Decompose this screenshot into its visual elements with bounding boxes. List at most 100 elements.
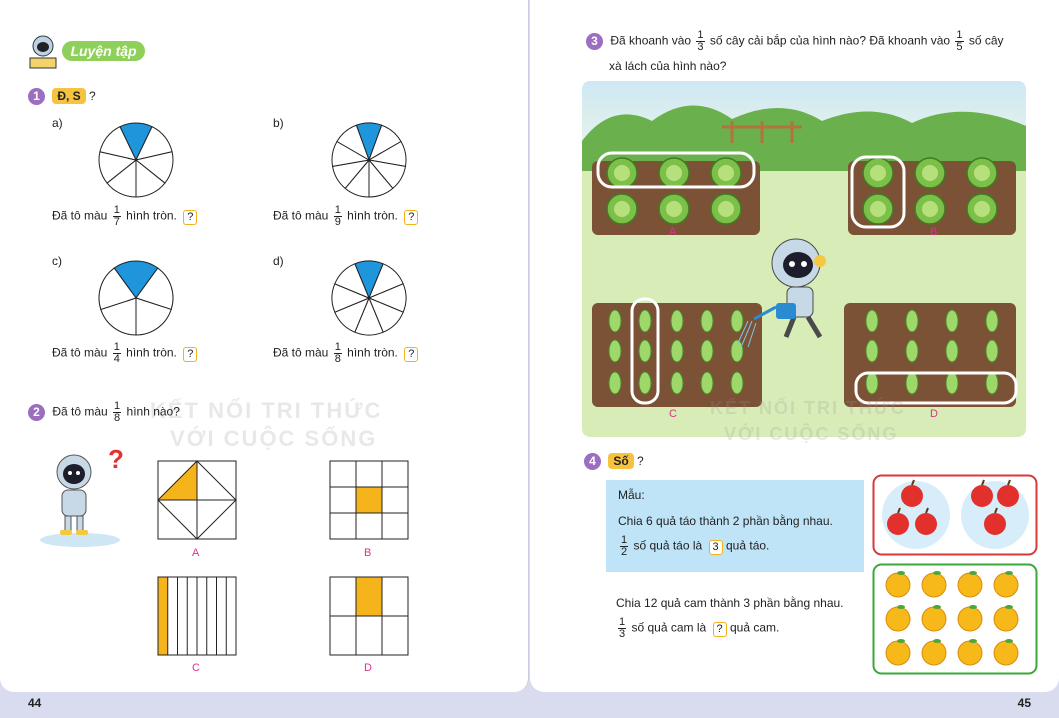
q1d-caption: Đã tô màu 18 hình tròn. ?	[273, 342, 419, 365]
q3-den1: 3	[697, 41, 704, 53]
robot-thinking-illustration: ?	[40, 444, 124, 547]
q1-badge: Đ, S	[52, 88, 86, 104]
garden-label-d: D	[930, 408, 938, 420]
q1d-text-after: hình tròn.	[347, 345, 398, 360]
q4-badge: Số	[608, 453, 634, 469]
q3-question: 3 Đã khoanh vào 13 số cây cải bắp của hì…	[586, 30, 1004, 53]
q4-header: 4 Số ?	[584, 453, 644, 470]
q1a-answer-box[interactable]: ?	[183, 209, 198, 225]
cabbage-icon	[862, 193, 894, 225]
lettuce-icon	[638, 309, 652, 333]
lettuce-icon	[608, 339, 622, 363]
q3-text-a: Đã khoanh vào	[610, 33, 692, 48]
q2-text-after: hình nào?	[126, 404, 180, 419]
q3-den2: 5	[956, 41, 963, 53]
q2-header: 2 Đã tô màu 18 hình nào?	[28, 401, 180, 424]
lettuce-icon	[865, 371, 879, 395]
q1a-fraction: 17	[112, 205, 121, 228]
figure-b-grid	[329, 460, 409, 540]
cabbage-icon	[966, 157, 998, 189]
q1c-text-after: hình tròn.	[126, 345, 177, 360]
lettuce-icon	[700, 339, 714, 363]
q1a-text-after: hình tròn.	[126, 208, 177, 223]
watermark-line1: KẾT NỐI TRI THỨC	[150, 398, 383, 423]
q1c-letter: c)	[52, 254, 62, 268]
lettuce-icon	[945, 339, 959, 363]
q1c-den: 4	[113, 353, 120, 365]
lettuce-icon	[608, 371, 622, 395]
q3-question-line2: xà lách của hình nào?	[609, 59, 727, 73]
svg-text:?: ?	[108, 444, 124, 474]
cabbage-icon	[658, 193, 690, 225]
lettuce-icon	[730, 309, 744, 333]
q3-fraction-1: 13	[696, 30, 705, 53]
q1d-answer-box[interactable]: ?	[404, 346, 419, 362]
example-den: 2	[621, 546, 628, 558]
watermark-right-line1: KẾT NỐI TRI THỨC	[710, 398, 906, 418]
figure-b-label: B	[364, 547, 372, 559]
apples-box	[872, 474, 1038, 556]
garden-label-c: C	[669, 408, 677, 420]
lettuce-icon	[700, 309, 714, 333]
task-fraction: 13	[618, 617, 627, 640]
example-fraction: 12	[620, 535, 629, 558]
q2-number: 2	[28, 403, 45, 421]
task-text-b: quả cam.	[730, 620, 780, 635]
example-line2: 12 số quả táo là 3 quả táo.	[618, 535, 769, 558]
lettuce-icon	[945, 309, 959, 333]
q1-suffix: ?	[89, 89, 96, 103]
circle-a	[98, 122, 174, 198]
q1b-text: Đã tô màu	[273, 208, 329, 223]
lettuce-icon	[638, 371, 652, 395]
right-page: 3 Đã khoanh vào 13 số cây cải bắp của hì…	[530, 0, 1059, 692]
lettuce-icon	[670, 339, 684, 363]
section-title: Luyện tập	[62, 41, 145, 62]
q1-number: 1	[28, 88, 45, 105]
lettuce-icon	[905, 371, 919, 395]
lettuce-icon	[670, 309, 684, 333]
q1b-answer-box[interactable]: ?	[404, 209, 419, 225]
example-line1: Chia 6 quả táo thành 2 phần bằng nhau.	[618, 514, 833, 528]
cabbage-icon	[914, 157, 946, 189]
lettuce-icon	[865, 309, 879, 333]
q2-den: 8	[114, 412, 121, 424]
q1d-fraction: 18	[333, 342, 342, 365]
circle-b	[331, 122, 407, 198]
q1b-text-after: hình tròn.	[347, 208, 398, 223]
cabbage-icon	[862, 157, 894, 189]
q1d-letter: d)	[273, 254, 284, 268]
cabbage-icon	[914, 193, 946, 225]
task-answer-box[interactable]: ?	[712, 621, 727, 637]
page-number-left: 44	[28, 696, 42, 710]
lettuce-icon	[945, 371, 959, 395]
page-number-right: 45	[1017, 696, 1031, 710]
circle-c	[98, 260, 174, 336]
lettuce-icon	[700, 371, 714, 395]
oranges-box	[872, 563, 1038, 675]
q1c-answer-box[interactable]: ?	[183, 346, 198, 362]
lettuce-icon	[608, 309, 622, 333]
q1b-letter: b)	[273, 116, 284, 130]
figure-a-label: A	[192, 547, 200, 559]
cabbage-icon	[658, 157, 690, 189]
q2-fraction: 18	[113, 401, 122, 424]
q3-text-b: số cây cải bắp của hình nào? Đã khoanh v…	[709, 33, 951, 48]
cabbage-icon	[966, 193, 998, 225]
garden-label-b: B	[930, 226, 938, 238]
example-title: Mẫu:	[618, 488, 645, 502]
q1a-text: Đã tô màu	[52, 208, 108, 223]
q3-text-c: số cây	[968, 33, 1004, 48]
garden-illustration	[582, 81, 1026, 437]
q3-fraction-2: 15	[955, 30, 964, 53]
q1-header: 1 Đ, S ?	[28, 88, 96, 105]
watermark-right-line2: VỚI CUỘC SỐNG	[724, 424, 899, 444]
cabbage-icon	[606, 157, 638, 189]
robot-book-icon	[29, 35, 57, 69]
lettuce-icon	[730, 339, 744, 363]
example-box: Mẫu: Chia 6 quả táo thành 2 phần bằng nh…	[606, 480, 864, 572]
q4-suffix: ?	[637, 454, 644, 468]
figure-d-grid	[329, 576, 409, 656]
left-page: Luyện tập 1 Đ, S ? a) Đã tô màu 17 hình …	[0, 0, 529, 692]
q1a-den: 7	[113, 216, 120, 228]
lettuce-icon	[865, 339, 879, 363]
